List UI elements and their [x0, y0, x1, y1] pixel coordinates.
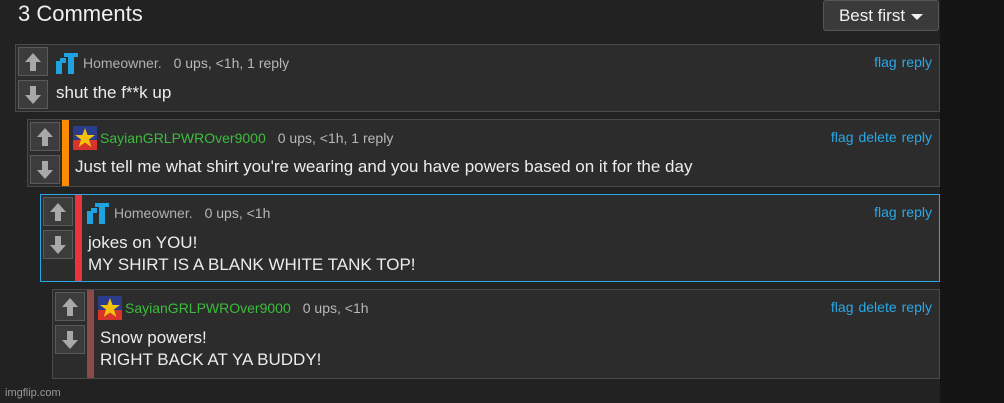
arrow-up-icon — [37, 127, 53, 146]
comment-line: MY SHIRT IS A BLANK WHITE TANK TOP! — [88, 255, 416, 274]
user-avatar-icon[interactable] — [85, 201, 111, 225]
comment-actions: flag delete reply — [831, 299, 932, 315]
comment-line: shut the f**k up — [56, 83, 172, 102]
comment-stats: 0 ups, <1h, 1 reply — [173, 55, 290, 71]
comment-body: jokes on YOU! MY SHIRT IS A BLANK WHITE … — [88, 232, 416, 276]
comment-line: jokes on YOU! — [88, 233, 198, 252]
comment-meta: Homeowner. 0 ups, <1h, 1 reply — [54, 51, 289, 75]
downvote-button[interactable] — [55, 325, 85, 354]
delete-link[interactable]: delete — [858, 299, 896, 315]
flag-link[interactable]: flag — [874, 54, 897, 70]
delete-link[interactable]: delete — [858, 129, 896, 145]
comment-stats: 0 ups, <1h — [204, 205, 271, 221]
user-avatar-icon[interactable] — [54, 51, 80, 75]
downvote-button[interactable] — [43, 230, 73, 259]
downvote-button[interactable] — [18, 80, 48, 109]
vote-controls — [18, 47, 50, 113]
comment-username[interactable]: Homeowner. — [83, 55, 162, 71]
thread-stripe — [87, 290, 94, 378]
comment-meta: Homeowner. 0 ups, <1h — [85, 201, 270, 225]
upvote-button[interactable] — [30, 122, 60, 151]
user-avatar-icon[interactable] — [73, 126, 97, 150]
flag-link[interactable]: flag — [831, 129, 854, 145]
downvote-button[interactable] — [30, 155, 60, 184]
sort-dropdown[interactable]: Best first — [823, 0, 939, 31]
arrow-down-icon — [62, 330, 78, 349]
reply-link[interactable]: reply — [902, 54, 932, 70]
comment: SayianGRLPWROver9000 0 ups, <1h, 1 reply… — [27, 119, 940, 187]
arrow-up-icon — [62, 297, 78, 316]
reply-link[interactable]: reply — [902, 204, 932, 220]
comment-line: Just tell me what shirt you're wearing a… — [75, 157, 693, 176]
comment-stats: 0 ups, <1h — [302, 300, 369, 316]
comment-body: Snow powers! RIGHT BACK AT YA BUDDY! — [100, 327, 321, 371]
comment-highlighted: Homeowner. 0 ups, <1h flag reply jokes o… — [40, 194, 940, 282]
reply-link[interactable]: reply — [902, 129, 932, 145]
comments-count-title: 3 Comments — [18, 1, 143, 26]
arrow-up-icon — [25, 52, 41, 71]
comment-body: Just tell me what shirt you're wearing a… — [75, 156, 692, 178]
caret-down-icon — [911, 13, 924, 20]
vote-controls — [55, 292, 87, 358]
comment-meta: SayianGRLPWROver9000 0 ups, <1h, 1 reply — [73, 126, 393, 150]
reply-link[interactable]: reply — [902, 299, 932, 315]
arrow-up-icon — [50, 202, 66, 221]
vote-controls — [30, 122, 62, 188]
upvote-button[interactable] — [43, 197, 73, 226]
comment-username[interactable]: SayianGRLPWROver9000 — [100, 130, 266, 146]
comment: Homeowner. 0 ups, <1h, 1 reply flag repl… — [15, 44, 940, 112]
comment: SayianGRLPWROver9000 0 ups, <1h flag del… — [52, 289, 940, 379]
arrow-down-icon — [50, 235, 66, 254]
comment-stats: 0 ups, <1h, 1 reply — [277, 130, 394, 146]
comment-meta: SayianGRLPWROver9000 0 ups, <1h — [98, 296, 369, 320]
arrow-down-icon — [25, 85, 41, 104]
comment-username[interactable]: Homeowner. — [114, 205, 193, 221]
comment-actions: flag delete reply — [831, 129, 932, 145]
comment-username[interactable]: SayianGRLPWROver9000 — [125, 300, 291, 316]
page-margin — [940, 0, 1004, 403]
imgflip-watermark: imgflip.com — [5, 387, 61, 399]
user-avatar-icon[interactable] — [98, 296, 122, 320]
comment-line: Snow powers! — [100, 328, 207, 347]
flag-link[interactable]: flag — [831, 299, 854, 315]
flag-link[interactable]: flag — [874, 204, 897, 220]
thread-stripe — [75, 195, 82, 281]
vote-controls — [43, 197, 75, 263]
comment-actions: flag reply — [874, 54, 932, 70]
thread-stripe — [62, 120, 69, 186]
arrow-down-icon — [37, 160, 53, 179]
comment-line: RIGHT BACK AT YA BUDDY! — [100, 350, 322, 369]
upvote-button[interactable] — [55, 292, 85, 321]
upvote-button[interactable] — [18, 47, 48, 76]
comment-body: shut the f**k up — [56, 82, 171, 104]
comment-actions: flag reply — [874, 204, 932, 220]
sort-dropdown-label: Best first — [838, 5, 906, 25]
